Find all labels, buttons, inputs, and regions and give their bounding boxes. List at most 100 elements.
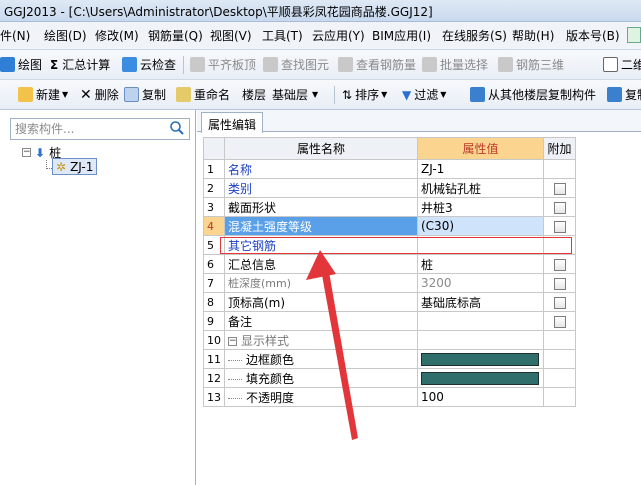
row-number: 9 (203, 311, 225, 331)
copy-button[interactable]: 复制 (124, 86, 166, 103)
extra-checkbox[interactable] (553, 258, 566, 271)
batch-select-label: 批量选择 (440, 58, 489, 72)
table-row[interactable]: 6 汇总信息 桩 (203, 254, 576, 274)
menu-view[interactable]: 视图(V) (210, 27, 252, 44)
extra-cell (543, 311, 576, 331)
new-button[interactable]: 新建 ▼ (18, 86, 68, 103)
menu-rebar-quantity[interactable]: 钢筋量(Q) (148, 27, 203, 44)
draw-button[interactable]: 绘图 (0, 56, 42, 73)
property-value[interactable]: 基础底标高 (417, 292, 544, 312)
property-name: 类别 (224, 178, 418, 198)
pile-icon: ⬇ (35, 145, 46, 160)
extra-cell (543, 235, 576, 255)
property-value[interactable] (417, 311, 544, 331)
pencil-icon (0, 57, 15, 72)
tree-item-zj1[interactable]: ✲ ZJ-1 (52, 158, 98, 175)
flat-slab-label: 平齐板顶 (208, 58, 257, 72)
extra-checkbox[interactable] (553, 220, 566, 233)
property-value[interactable] (417, 368, 544, 388)
filter-icon: ▼ (402, 87, 412, 102)
collapse-icon[interactable]: − (228, 336, 237, 346)
two-d-button[interactable]: 二维 (603, 56, 641, 73)
menu-bim[interactable]: BIM应用(I) (372, 27, 431, 44)
tree-item-label: ZJ-1 (70, 159, 94, 174)
menu-draw[interactable]: 绘图(D) (44, 27, 87, 44)
fill-color-swatch[interactable] (421, 372, 539, 385)
extra-checkbox[interactable] (553, 182, 566, 195)
extra-checkbox[interactable] (553, 296, 566, 309)
property-value[interactable]: 100 (417, 387, 544, 407)
menu-help[interactable]: 帮助(H) (512, 27, 554, 44)
table-row[interactable]: 7 桩深度(mm) 3200 (203, 273, 576, 293)
rebar-3d-button[interactable]: 钢筋三维 (498, 56, 564, 73)
copy-icon (124, 87, 139, 102)
row-number: 3 (203, 197, 225, 217)
window-title: GGJ2013 - [C:\Users\Administrator\Deskto… (4, 5, 433, 19)
table-row[interactable]: 11 边框颜色 (203, 349, 576, 369)
menu-modify[interactable]: 修改(M) (95, 27, 139, 44)
table-row[interactable]: 10 − 显示样式 (203, 330, 576, 350)
menu-version[interactable]: 版本号(B) (566, 27, 620, 44)
menu-tools[interactable]: 工具(T) (262, 27, 303, 44)
copy2-button[interactable]: 复制 (607, 86, 641, 103)
two-d-label: 二维 (621, 58, 641, 72)
summary-button[interactable]: Σ 汇总计算 (50, 56, 110, 73)
extra-cell (543, 387, 576, 407)
property-value[interactable]: ZJ-1 (417, 159, 544, 179)
extra-icon[interactable] (627, 27, 641, 43)
find-element-button[interactable]: 查找图元 (263, 56, 329, 73)
filter-button[interactable]: ▼ 过滤 ▼ (402, 86, 446, 103)
view-rebar-label: 查看钢筋量 (356, 58, 417, 72)
search-icon[interactable] (169, 120, 187, 138)
table-row[interactable]: 2 类别 机械钻孔桩 (203, 178, 576, 198)
menu-file[interactable]: 件(N) (0, 27, 30, 44)
table-row[interactable]: 4 混凝土强度等级 (C30) (203, 216, 576, 236)
tab-property-edit[interactable]: 属性编辑 (201, 112, 264, 133)
delete-button[interactable]: ✕ 删除 (80, 86, 119, 103)
table-row[interactable]: 13 不透明度 100 (203, 387, 576, 407)
table-row[interactable]: 9 备注 (203, 311, 576, 331)
table-row[interactable]: 5 其它钢筋 (203, 235, 576, 255)
row-number: 5 (203, 235, 225, 255)
floor-select[interactable]: 基础层 ▼ (272, 86, 318, 103)
rename-button[interactable]: 重命名 (176, 86, 230, 103)
flat-slab-button[interactable]: 平齐板顶 (190, 56, 256, 73)
table-row[interactable]: 1 名称 ZJ-1 (203, 159, 576, 179)
two-d-icon (603, 57, 618, 72)
border-color-swatch[interactable] (421, 353, 539, 366)
row-number: 11 (203, 349, 225, 369)
property-name: 不透明度 (246, 390, 295, 405)
sort-button[interactable]: ⇅ 排序 ▼ (342, 86, 387, 103)
extra-checkbox[interactable] (553, 201, 566, 214)
property-value[interactable]: 3200 (417, 273, 544, 293)
rebar-3d-icon (498, 57, 513, 72)
extra-cell (543, 292, 576, 312)
table-row[interactable]: 8 顶标高(m) 基础底标高 (203, 292, 576, 312)
property-value[interactable] (417, 235, 544, 255)
cloud-check-button[interactable]: 云检查 (122, 56, 176, 73)
table-row[interactable]: 12 填充颜色 (203, 368, 576, 388)
property-value[interactable]: 机械钻孔桩 (417, 178, 544, 198)
search-input[interactable] (11, 119, 161, 139)
floor-label-text: 楼层 (242, 86, 266, 103)
row-number: 12 (203, 368, 225, 388)
property-value[interactable]: (C30) (417, 216, 544, 236)
property-name: 混凝土强度等级 (224, 216, 418, 236)
row-number: 10 (203, 330, 225, 350)
copy-from-floor-button[interactable]: 从其他楼层复制构件 (470, 86, 596, 103)
view-rebar-button[interactable]: 查看钢筋量 (338, 56, 416, 73)
batch-select-button[interactable]: 批量选择 (422, 56, 488, 73)
property-value[interactable]: 桩 (417, 254, 544, 274)
extra-checkbox[interactable] (553, 277, 566, 290)
menu-online-service[interactable]: 在线服务(S) (442, 27, 507, 44)
sigma-icon: Σ (50, 57, 59, 72)
property-value[interactable]: 井桩3 (417, 197, 544, 217)
extra-checkbox[interactable] (553, 315, 566, 328)
property-value[interactable] (417, 349, 544, 369)
rename-icon (176, 87, 191, 102)
collapse-icon[interactable]: − (22, 148, 31, 157)
menu-cloud[interactable]: 云应用(Y) (312, 27, 365, 44)
copy-from-floor-icon (470, 87, 485, 102)
table-row[interactable]: 3 截面形状 井桩3 (203, 197, 576, 217)
chevron-down-icon: ▼ (440, 90, 447, 99)
